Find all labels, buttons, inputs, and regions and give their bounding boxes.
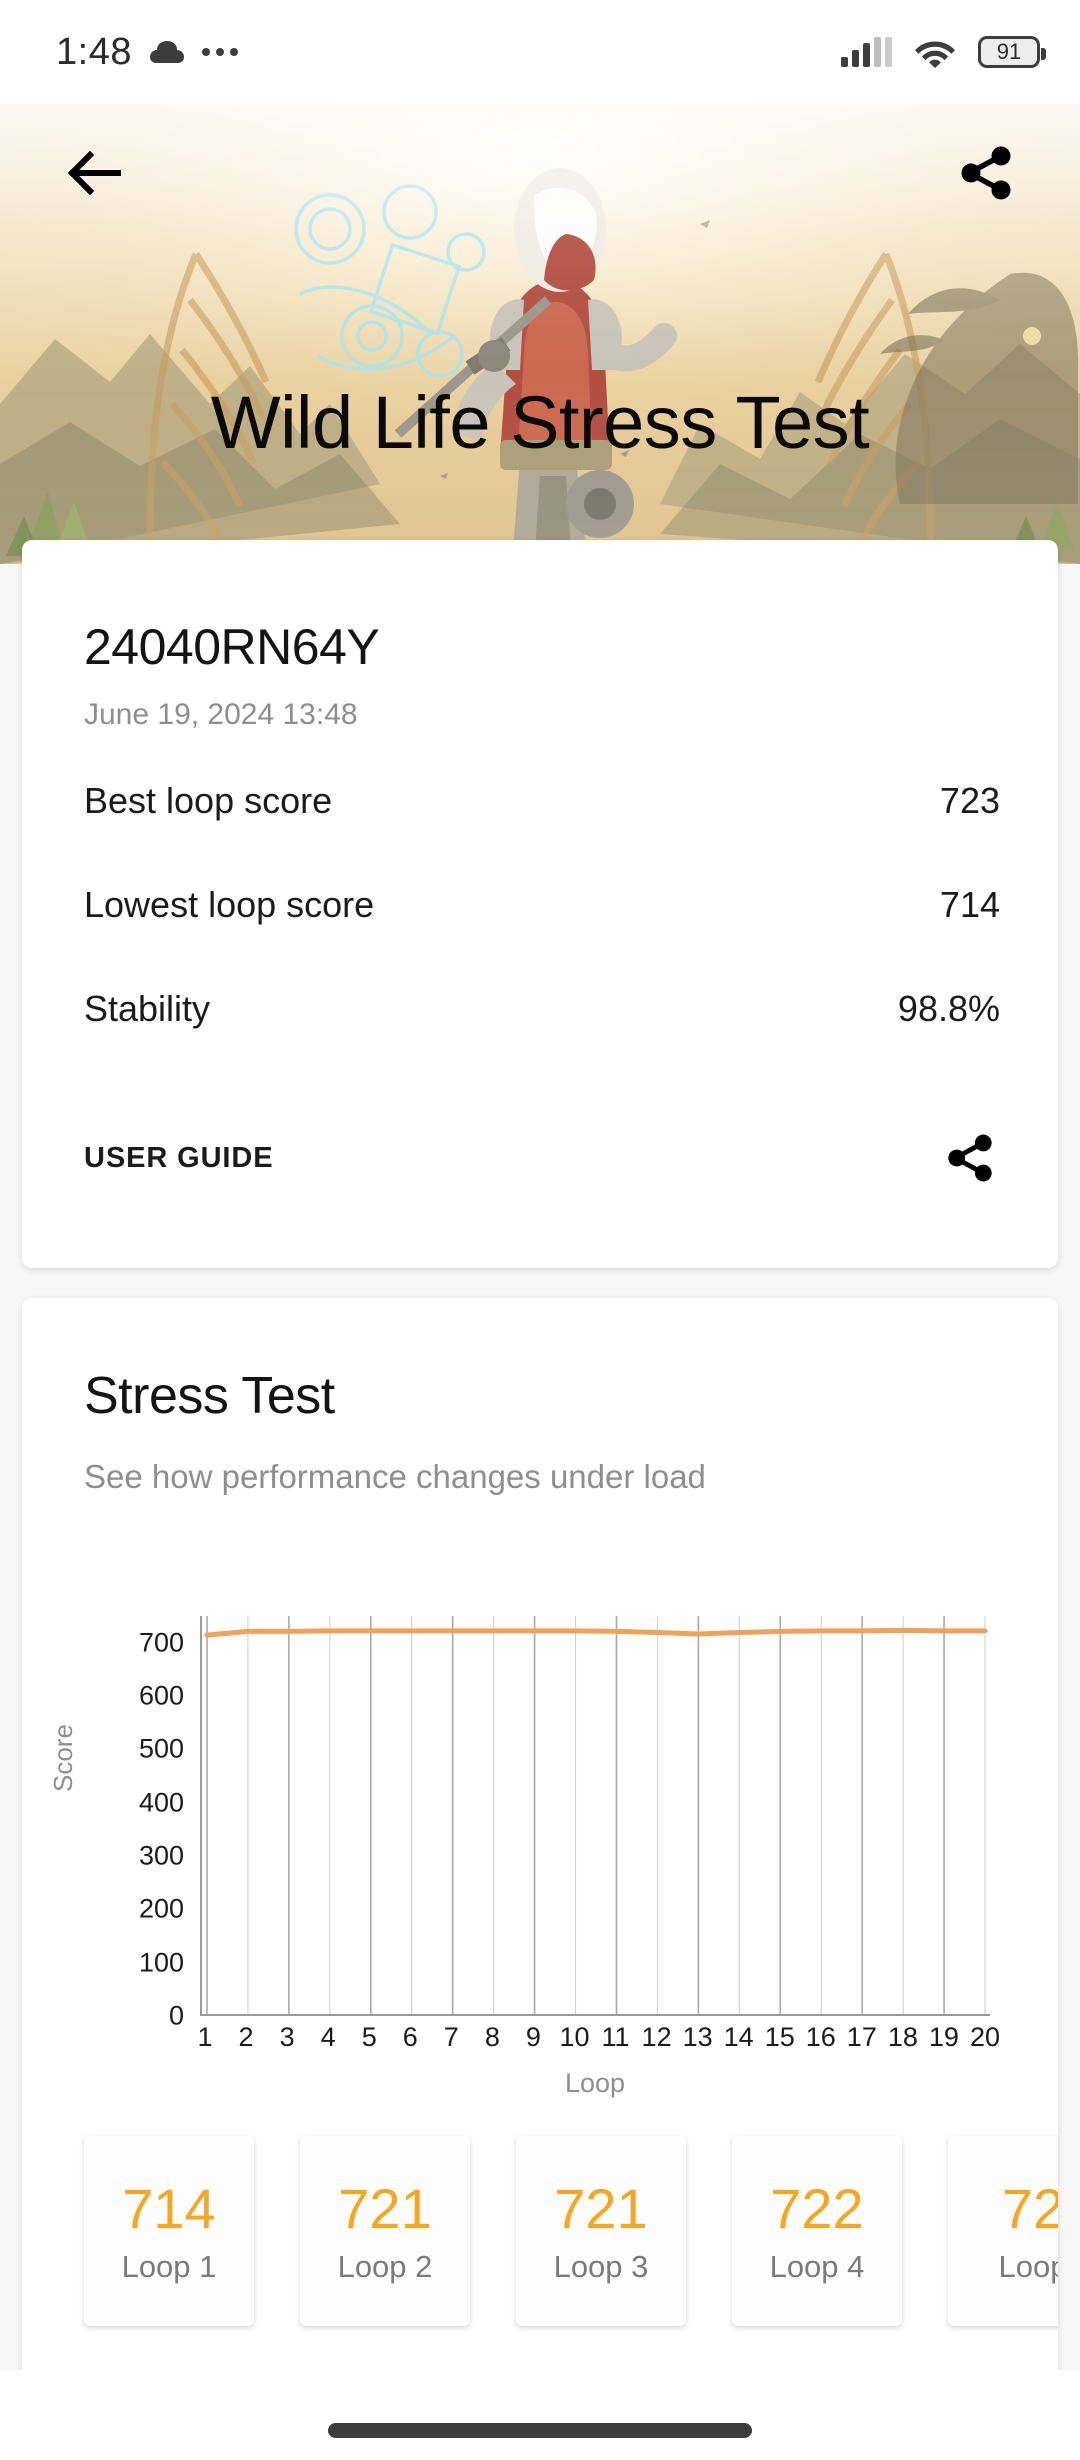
stress-test-title: Stress Test	[84, 1367, 335, 1425]
loop-score-label: Loop 3	[553, 2248, 649, 2284]
chart-x-tick: 7	[443, 2022, 459, 2052]
chart-x-tick: 3	[279, 2022, 295, 2052]
status-bar-left: 1:48	[56, 31, 238, 74]
gesture-nav-area	[0, 2370, 1080, 2460]
stress-test-card: Stress Test See how performance changes …	[22, 1298, 1058, 2413]
stat-value: 714	[939, 884, 1000, 925]
loop-score-chart: Score 0 100 200 300 400 500 600 700 1 2 3 4 5 6 7 8 9 10…	[22, 1616, 1058, 2098]
chart-y-tick: 700	[138, 1627, 184, 1658]
page-title: Wild Life Stress Test	[210, 381, 870, 464]
chart-x-ticks: 1 2 3 4 5 6 7 8 9 10 11 12 13 14 15 16 17 18 19 20	[197, 2022, 1000, 2062]
stat-row-stability: Stability 98.8%	[84, 988, 1000, 1030]
gesture-home-indicator[interactable]	[328, 2423, 752, 2438]
loop-score-carousel[interactable]: 714 Loop 1 721 Loop 2 721 Loop 3 722 Loop 4 72 Lo…	[22, 2126, 1058, 2361]
chart-y-tick: 500	[138, 1733, 184, 1764]
stat-value: 98.8%	[897, 988, 1000, 1029]
phone-screen: 1:48 91 Wild Life Stress Test 24040RN64Y…	[0, 0, 1080, 2460]
loop-score-label: Loop 4	[769, 2248, 865, 2284]
loop-score-card[interactable]: 721 Loop 2	[300, 2136, 470, 2326]
loop-score-label: Loop	[998, 2248, 1058, 2284]
loop-score-card[interactable]: 714 Loop 1	[84, 2136, 254, 2326]
loop-score-value: 722	[770, 2176, 864, 2240]
user-guide-button[interactable]: USER GUIDE	[84, 1142, 273, 1175]
cellular-signal-icon	[841, 37, 892, 67]
chart-x-tick: 4	[320, 2022, 336, 2052]
chart-x-tick: 8	[484, 2022, 500, 2052]
chart-x-tick: 16	[805, 2022, 836, 2052]
chart-x-tick: 1	[197, 2022, 213, 2052]
stat-label: Lowest loop score	[84, 884, 375, 925]
chart-x-tick: 18	[887, 2022, 918, 2052]
loop-score-card[interactable]: 722 Loop 4	[732, 2136, 902, 2326]
status-time: 1:48	[56, 30, 132, 73]
loop-score-value: 72	[1001, 2176, 1058, 2240]
cloud-icon	[149, 41, 184, 63]
back-button[interactable]	[52, 131, 136, 215]
wifi-icon	[914, 37, 956, 68]
chart-x-tick: 9	[525, 2022, 541, 2052]
battery-percent-label: 91	[996, 39, 1022, 64]
chart-x-tick: 11	[601, 2022, 630, 2052]
status-bar-right: 91	[841, 36, 1046, 68]
stat-label: Best loop score	[84, 780, 333, 821]
chart-x-tick: 14	[723, 2022, 754, 2052]
device-name: 24040RN64Y	[84, 619, 380, 675]
loop-score-card[interactable]: 72 Loop	[948, 2136, 1058, 2326]
chart-x-tick: 10	[559, 2022, 590, 2052]
chart-y-tick: 200	[138, 1893, 184, 1924]
chart-y-tick: 600	[138, 1680, 184, 1711]
chart-x-tick: 5	[361, 2022, 377, 2052]
loop-score-card[interactable]: 721 Loop 3	[516, 2136, 686, 2326]
loop-score-label: Loop 1	[121, 2248, 217, 2284]
hero-toolbar	[0, 118, 1080, 228]
battery-indicator: 91	[978, 36, 1046, 68]
summary-share-button[interactable]	[940, 1128, 1000, 1188]
loop-score-value: 721	[338, 2176, 432, 2240]
chart-y-tick: 100	[138, 1947, 184, 1978]
stress-test-subtitle: See how performance changes under load	[84, 1458, 706, 1495]
chart-x-tick: 19	[928, 2022, 959, 2052]
hero-banner: Wild Life Stress Test	[0, 104, 1080, 564]
chart-x-tick: 6	[402, 2022, 418, 2052]
stat-row-best-loop-score: Best loop score 723	[84, 780, 1000, 822]
share-icon	[948, 1134, 992, 1182]
stat-value: 723	[939, 780, 1000, 821]
chart-y-tick: 400	[138, 1787, 184, 1818]
share-icon	[961, 146, 1011, 200]
loop-score-value: 721	[554, 2176, 648, 2240]
hero-share-button[interactable]	[944, 131, 1028, 215]
chart-y-tick: 0	[168, 2000, 184, 2031]
chart-x-axis-label: Loop	[564, 2068, 626, 2098]
chart-x-tick: 17	[846, 2022, 877, 2052]
loop-score-label: Loop 2	[337, 2248, 433, 2284]
summary-card: 24040RN64Y June 19, 2024 13:48 Best loop…	[22, 540, 1058, 1268]
chart-x-tick: 20	[969, 2022, 1001, 2052]
result-timestamp: June 19, 2024 13:48	[84, 698, 358, 731]
chart-line-series	[207, 1630, 985, 1635]
chart-x-tick: 15	[764, 2022, 795, 2052]
chart-plot-area	[200, 1616, 990, 2016]
chart-x-tick: 12	[641, 2022, 672, 2052]
user-guide-row: USER GUIDE	[84, 1128, 1000, 1188]
back-arrow-icon	[67, 150, 121, 196]
status-bar: 1:48 91	[0, 0, 1080, 104]
loop-score-value: 714	[122, 2176, 216, 2240]
stat-row-lowest-loop-score: Lowest loop score 714	[84, 884, 1000, 926]
more-dots-icon	[201, 48, 238, 56]
chart-y-axis-label: Score	[48, 1724, 78, 1792]
stat-label: Stability	[84, 988, 211, 1029]
chart-y-ticks: 0 100 200 300 400 500 600 700	[92, 1616, 184, 2029]
chart-y-tick: 300	[138, 1840, 184, 1871]
chart-x-tick: 2	[238, 2022, 254, 2052]
chart-svg	[202, 1616, 990, 2014]
chart-x-tick: 13	[682, 2022, 713, 2052]
